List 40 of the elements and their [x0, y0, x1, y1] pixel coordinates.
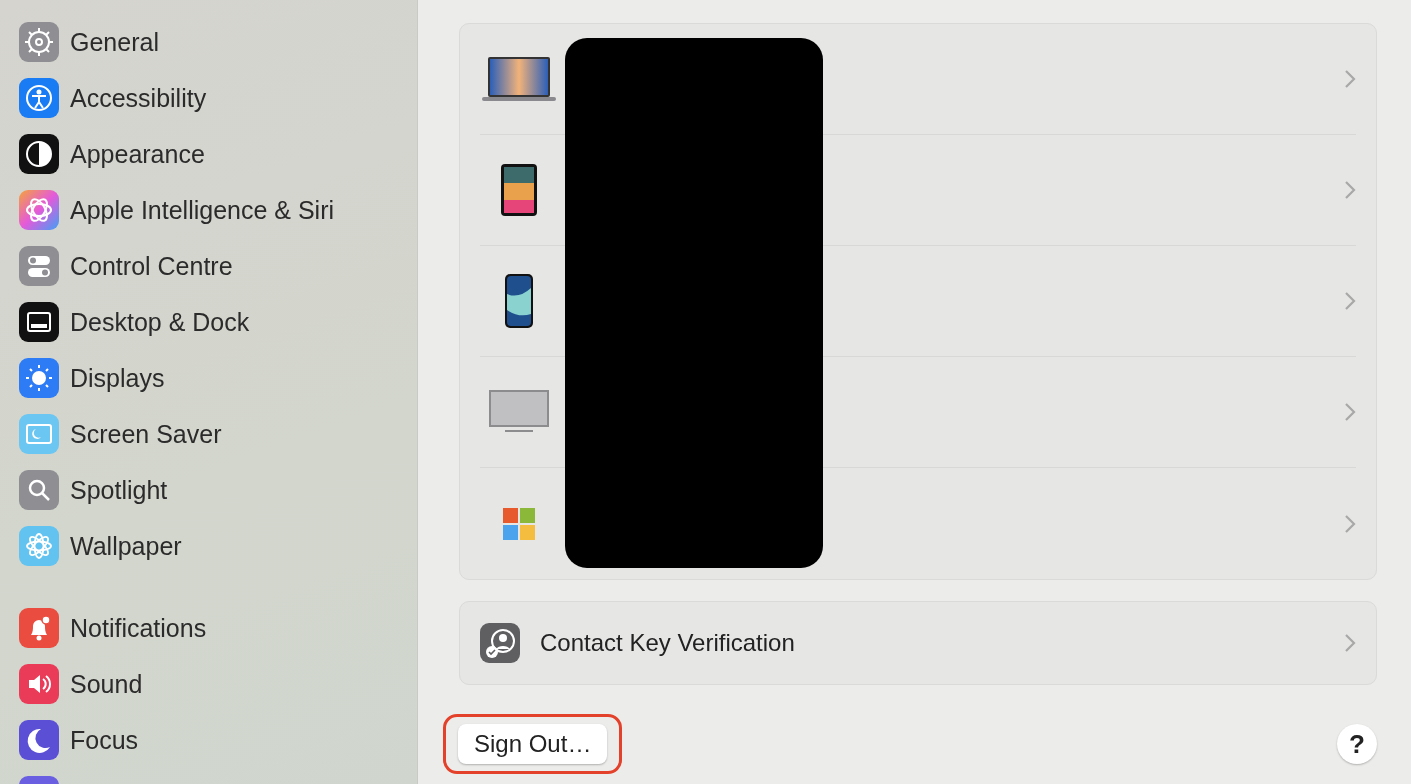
four-squares-icon: [503, 507, 535, 540]
sidebar-item[interactable]: Displays: [19, 350, 417, 406]
search-icon: [19, 470, 59, 510]
sidebar-item[interactable]: Desktop & Dock: [19, 294, 417, 350]
sidebar-item[interactable]: Spotlight: [19, 462, 417, 518]
moon-icon: [19, 720, 59, 760]
sidebar-item[interactable]: Screen Saver: [19, 406, 417, 462]
tablet-icon: [501, 164, 537, 216]
phone-icon: [505, 274, 533, 328]
bell-icon: [19, 608, 59, 648]
flower-icon: [19, 526, 59, 566]
laptop-icon: [482, 56, 556, 102]
flower-outline-icon: [19, 190, 59, 230]
chevron-icon: [1344, 180, 1356, 200]
sidebar-item[interactable]: Accessibility: [19, 70, 417, 126]
accessibility-icon: [19, 78, 59, 118]
screen-moon-icon: [19, 414, 59, 454]
sidebar-item[interactable]: Focus: [19, 712, 417, 768]
chevron-icon: [1344, 513, 1356, 534]
contact-check-icon: [480, 623, 520, 663]
chevron-icon: [1344, 402, 1356, 422]
sidebar-item[interactable]: Notifications: [19, 600, 417, 656]
chevron-icon: [1344, 633, 1356, 653]
sidebar-item[interactable]: Control Centre: [19, 238, 417, 294]
sidebar-item[interactable]: Wallpaper: [19, 518, 417, 574]
contact-key-verification-row[interactable]: Contact Key Verification: [459, 601, 1377, 685]
chevron-icon: [1344, 291, 1356, 311]
sign-out-button[interactable]: Sign Out…: [458, 724, 608, 764]
toggles-icon: [19, 246, 59, 286]
sidebar-item[interactable]: Appearance: [19, 126, 417, 182]
sidebar-item[interactable]: General: [19, 14, 417, 70]
sidebar-item[interactable]: Apple Intelligence & Siri: [19, 182, 417, 238]
sun-icon: [19, 358, 59, 398]
dock-icon: [19, 302, 59, 342]
monitor-icon: [489, 390, 549, 434]
help-button[interactable]: ?: [1337, 724, 1377, 764]
sidebar-item[interactable]: Sound: [19, 656, 417, 712]
gear-icon: [19, 22, 59, 62]
chevron-icon: [1344, 69, 1356, 89]
speaker-icon: [19, 664, 59, 704]
